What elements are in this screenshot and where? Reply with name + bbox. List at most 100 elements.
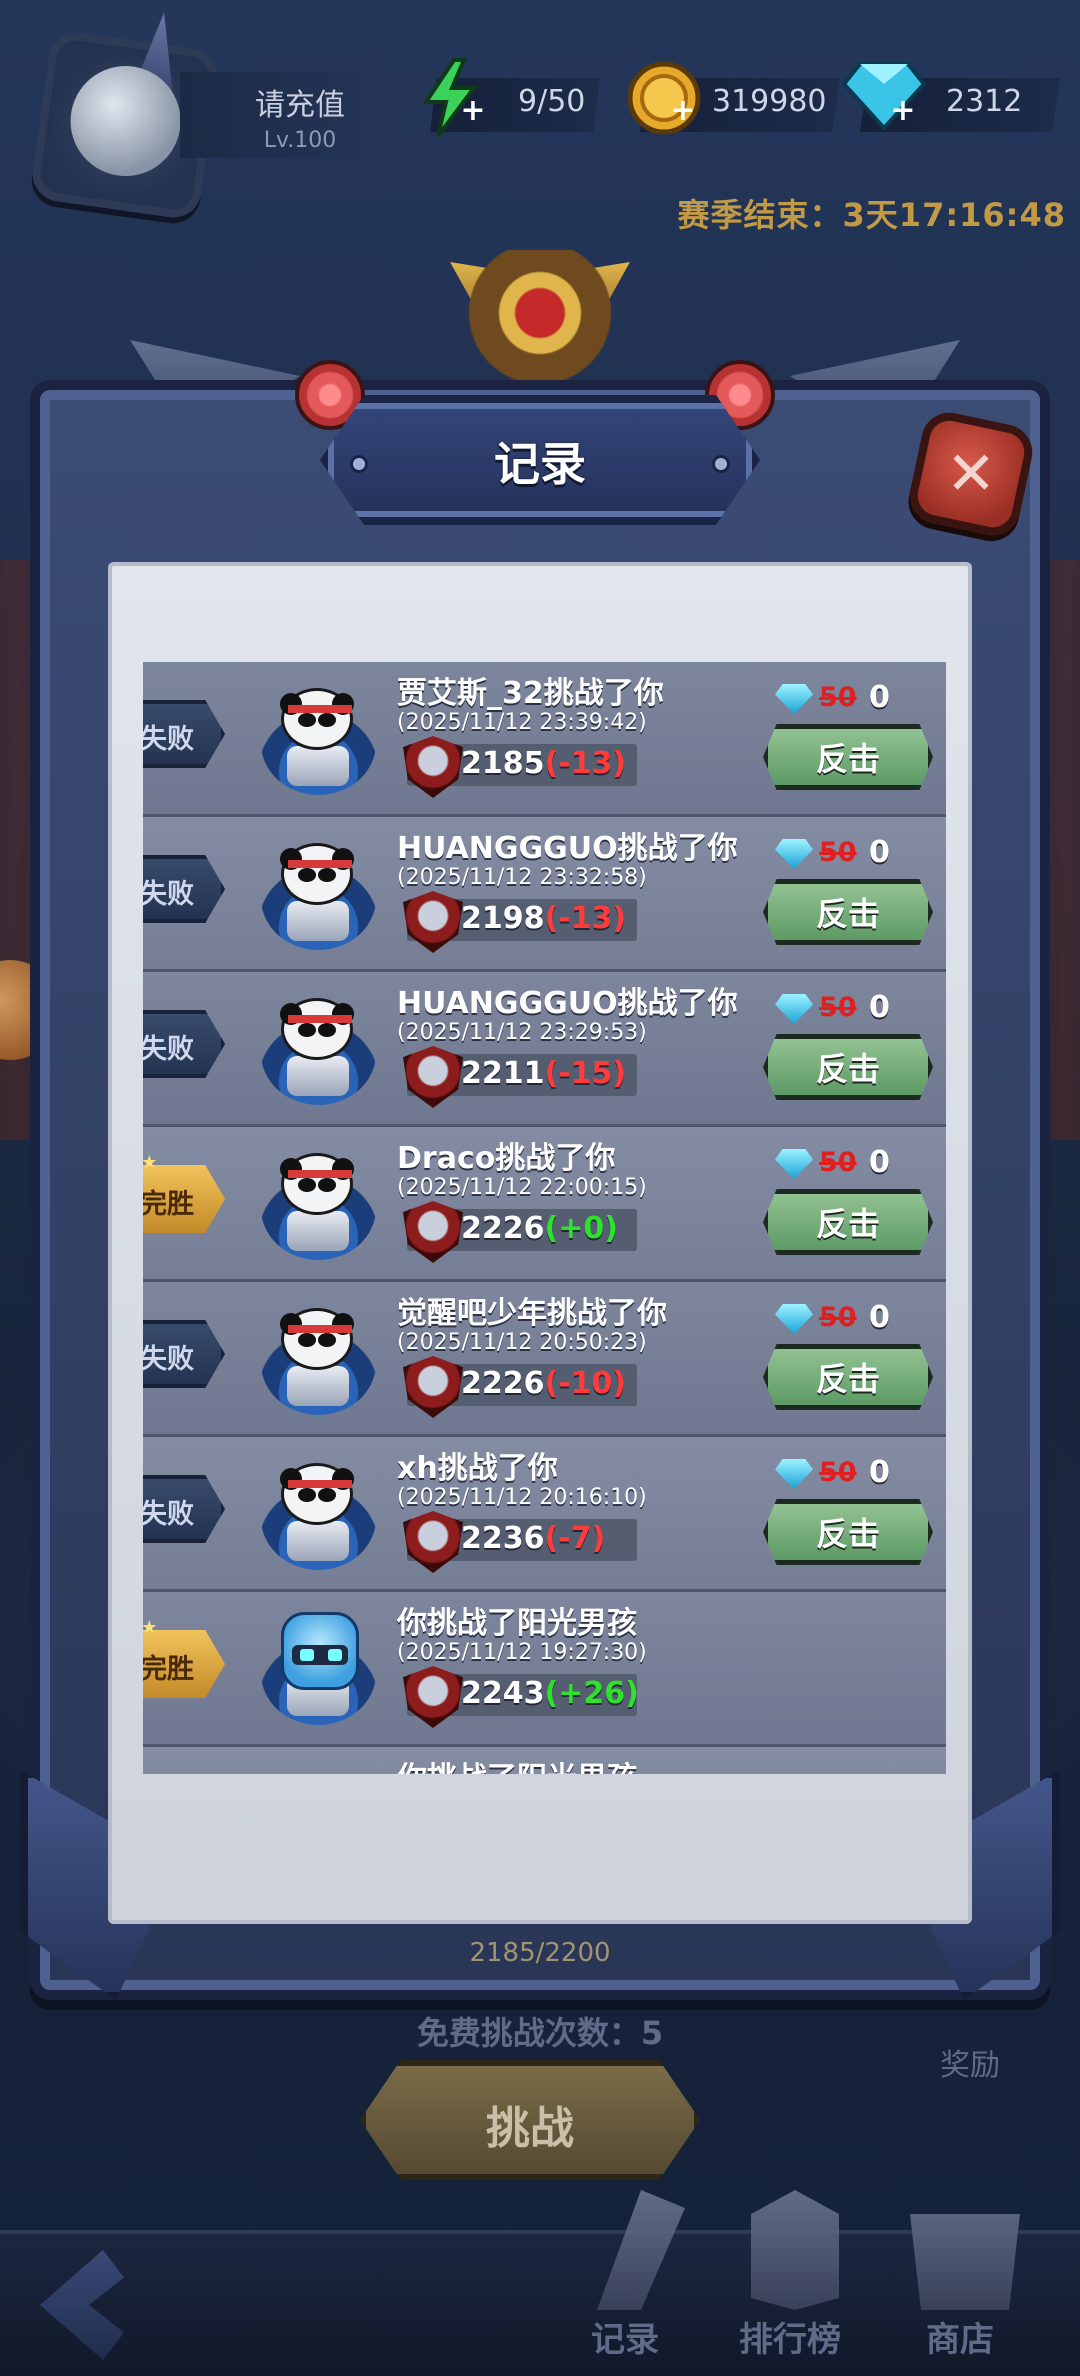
panda-body xyxy=(287,1056,349,1096)
panda-body xyxy=(287,1366,349,1406)
panda-eye xyxy=(298,1333,316,1347)
score-value: 2185 xyxy=(461,746,545,781)
robot-eye xyxy=(328,1649,342,1661)
rank-shield-icon xyxy=(403,736,463,798)
challenge-button-label: 挑战 xyxy=(486,2103,574,2154)
season-countdown: 赛季结束：3天17:16:48 xyxy=(677,196,1066,234)
rank-shield-icon xyxy=(403,1511,463,1573)
panda-icon xyxy=(280,1308,354,1370)
add-energy-button[interactable]: + xyxy=(458,96,488,126)
panda-eye xyxy=(298,713,316,727)
reward-label[interactable]: 奖励 xyxy=(940,2040,1000,2084)
counterattack-label: 反击 xyxy=(815,895,880,933)
opponent-avatar[interactable] xyxy=(261,1300,376,1415)
stars-icon: ★★★ xyxy=(143,1617,157,1638)
panda-icon xyxy=(280,1153,354,1215)
score-delta: (-13) xyxy=(544,746,627,781)
record-row: 你挑战了阳光男孩 xyxy=(143,1747,946,1774)
crest-emblem-icon xyxy=(455,250,625,390)
gem-value: 2312 xyxy=(946,84,1023,119)
score-value: 2226 xyxy=(461,1366,545,1401)
shop-icon xyxy=(910,2214,1020,2310)
panda-eye xyxy=(318,1178,336,1192)
score-line: 2226(+0) xyxy=(461,1211,618,1246)
free-challenges-text: 免费挑战次数：5 xyxy=(416,2014,664,2052)
score-line: 2226(-10) xyxy=(461,1366,626,1401)
score-delta: (+0) xyxy=(544,1211,618,1246)
score-value: 2236 xyxy=(461,1521,545,1556)
rank-shield-icon xyxy=(403,1046,463,1108)
result-label: 完胜 xyxy=(143,1189,194,1220)
nav-leaderboard[interactable]: 排行榜 xyxy=(715,2190,865,2370)
nav-shop-label: 商店 xyxy=(926,2320,994,2360)
record-row: 失败 觉醒吧少年挑战了你 (2025/11/12 20:50:23) 2226(-10… xyxy=(143,1282,946,1437)
record-row: 失败 HUANGGGUO挑战了你 (2025/11/12 23:32:58) 2198… xyxy=(143,817,946,972)
opponent-avatar[interactable] xyxy=(261,1455,376,1570)
gem-icon xyxy=(775,1304,813,1334)
record-time: (2025/11/12 20:50:23) xyxy=(397,1330,647,1355)
close-icon: ✕ xyxy=(945,439,997,509)
counterattack-label: 反击 xyxy=(815,1360,880,1398)
panda-headband xyxy=(288,1170,352,1178)
panda-eye xyxy=(298,868,316,882)
gem-icon xyxy=(775,1149,813,1179)
panda-icon xyxy=(280,998,354,1060)
original-cost: 50 xyxy=(819,682,857,713)
add-gems-button[interactable]: + xyxy=(888,96,918,126)
gem-icon xyxy=(775,994,813,1024)
record-time: (2025/11/12 22:00:15) xyxy=(397,1175,647,1200)
records-list[interactable]: 失败 贾艾斯_32挑战了你 (2025/11/12 23:39:42) 2185(-1… xyxy=(143,662,946,1774)
result-label: 失败 xyxy=(143,1499,194,1530)
nav-records[interactable]: 记录 xyxy=(550,2190,700,2370)
result-label: 失败 xyxy=(143,1344,194,1375)
record-title: 觉醒吧少年挑战了你 xyxy=(397,1296,667,1331)
counterattack-label: 反击 xyxy=(815,1050,880,1088)
robot-icon xyxy=(281,1612,359,1690)
opponent-avatar[interactable] xyxy=(261,1145,376,1260)
panda-body xyxy=(287,746,349,786)
panda-headband xyxy=(288,860,352,868)
counterattack-label: 反击 xyxy=(815,1515,880,1553)
counter-cost: 0 xyxy=(869,1145,890,1180)
counter-cost: 0 xyxy=(869,1455,890,1490)
score-line: 2198(-13) xyxy=(461,901,626,936)
score-value: 2226 xyxy=(461,1211,545,1246)
record-row: 失败 HUANGGGUO挑战了你 (2025/11/12 23:29:53) 2211… xyxy=(143,972,946,1127)
original-cost: 50 xyxy=(819,1147,857,1178)
record-row: 失败 xh挑战了你 (2025/11/12 20:16:10) 2236(-7) 50 0… xyxy=(143,1437,946,1592)
score-delta: (-7) xyxy=(544,1521,606,1556)
score-delta: (-13) xyxy=(544,901,627,936)
rank-shield-icon xyxy=(403,1356,463,1418)
opponent-avatar[interactable] xyxy=(261,1610,376,1725)
gold-value: 319980 xyxy=(712,84,827,119)
close-button[interactable]: ✕ xyxy=(904,407,1038,541)
panda-eye xyxy=(318,713,336,727)
score-delta: (-10) xyxy=(544,1366,627,1401)
record-title: xh挑战了你 xyxy=(397,1451,558,1486)
opponent-avatar[interactable] xyxy=(261,835,376,950)
original-cost: 50 xyxy=(819,1302,857,1333)
rank-shield-icon xyxy=(403,891,463,953)
nav-shop[interactable]: 商店 xyxy=(885,2190,1035,2370)
record-title: HUANGGGUO挑战了你 xyxy=(397,831,738,866)
panda-body xyxy=(287,901,349,941)
result-label: 完胜 xyxy=(143,1654,194,1685)
original-cost: 50 xyxy=(819,1457,857,1488)
panda-headband xyxy=(288,1325,352,1333)
counterattack-label: 反击 xyxy=(815,740,880,778)
record-icon xyxy=(597,2190,685,2310)
result-label: 失败 xyxy=(143,724,194,755)
score-value: 2198 xyxy=(461,901,545,936)
panda-body xyxy=(287,1211,349,1251)
opponent-avatar[interactable] xyxy=(261,680,376,795)
record-time: (2025/11/12 23:39:42) xyxy=(397,710,647,735)
avatar-portrait xyxy=(70,66,181,177)
counterattack-label: 反击 xyxy=(815,1205,880,1243)
add-gold-button[interactable]: + xyxy=(668,96,698,126)
panda-eye xyxy=(318,1333,336,1347)
score-value: 2211 xyxy=(461,1056,545,1091)
opponent-avatar[interactable] xyxy=(261,990,376,1105)
score-delta: (+26) xyxy=(544,1676,639,1711)
record-time: (2025/11/12 19:27:30) xyxy=(397,1640,647,1665)
record-title: 贾艾斯_32挑战了你 xyxy=(397,676,664,711)
